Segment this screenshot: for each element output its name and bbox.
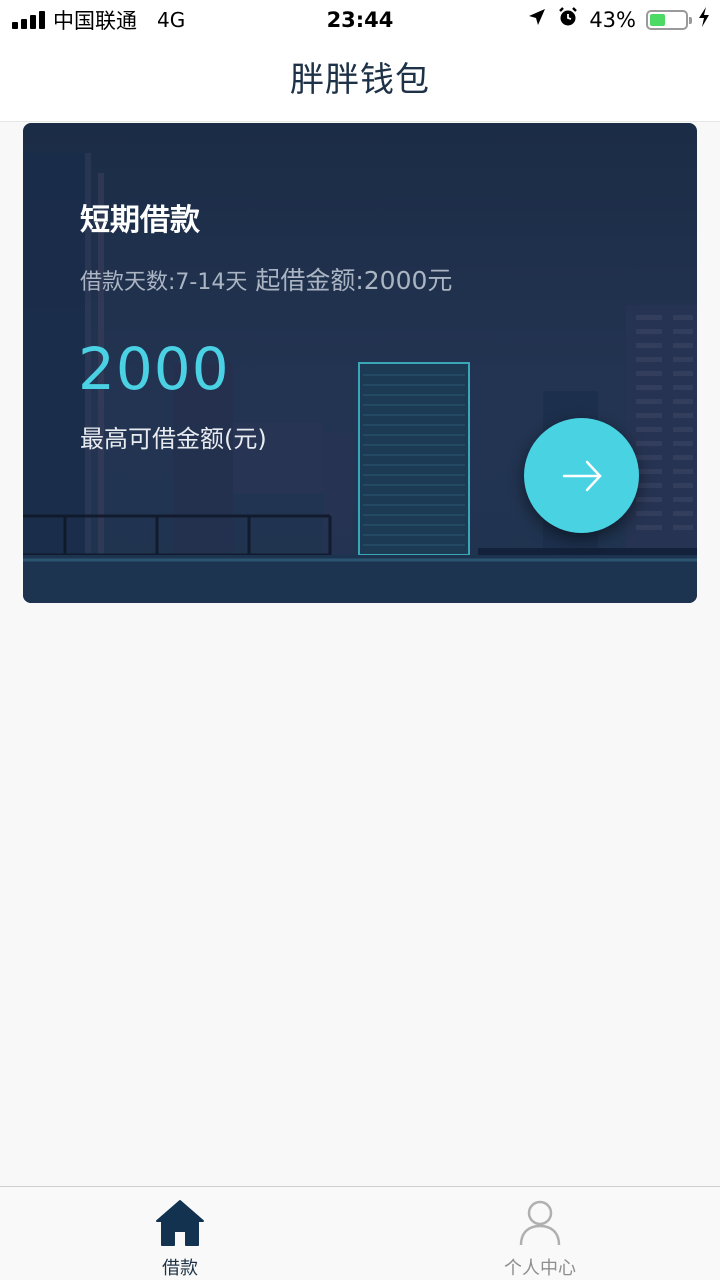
max-loan-amount: 2000 — [78, 335, 230, 403]
battery-percent: 43% — [589, 8, 636, 32]
page-title: 胖胖钱包 — [290, 60, 430, 100]
status-bar: 中国联通 4G 23:44 43% — [0, 0, 720, 40]
loan-days: 借款天数:7-14天 — [80, 270, 248, 295]
card-terms: 借款天数:7-14天 起借金额:2000元 — [80, 261, 452, 297]
battery-icon — [646, 10, 692, 30]
status-right: 43% — [527, 0, 710, 40]
tab-profile[interactable]: 个人中心 — [360, 1187, 720, 1280]
tab-loan[interactable]: 借款 — [0, 1187, 360, 1280]
card-title: 短期借款 — [80, 203, 200, 238]
loan-product-card[interactable]: 短期借款 借款天数:7-14天 起借金额:2000元 2000 最高可借金额(元) — [23, 123, 697, 603]
bottom-tab-bar: 借款 个人中心 — [0, 1186, 720, 1280]
page-header: 胖胖钱包 — [0, 40, 720, 122]
max-loan-amount-label: 最高可借金额(元) — [80, 425, 267, 453]
charging-icon — [698, 7, 710, 33]
alarm-icon — [557, 6, 579, 34]
tab-label: 借款 — [162, 1258, 198, 1279]
location-icon — [527, 7, 547, 33]
tab-label: 个人中心 — [504, 1258, 576, 1279]
apply-arrow-button[interactable] — [524, 418, 639, 533]
min-loan-amount: 起借金额:2000元 — [255, 266, 453, 295]
arrow-right-icon — [562, 460, 602, 491]
user-icon — [514, 1197, 566, 1248]
home-icon — [154, 1197, 206, 1248]
